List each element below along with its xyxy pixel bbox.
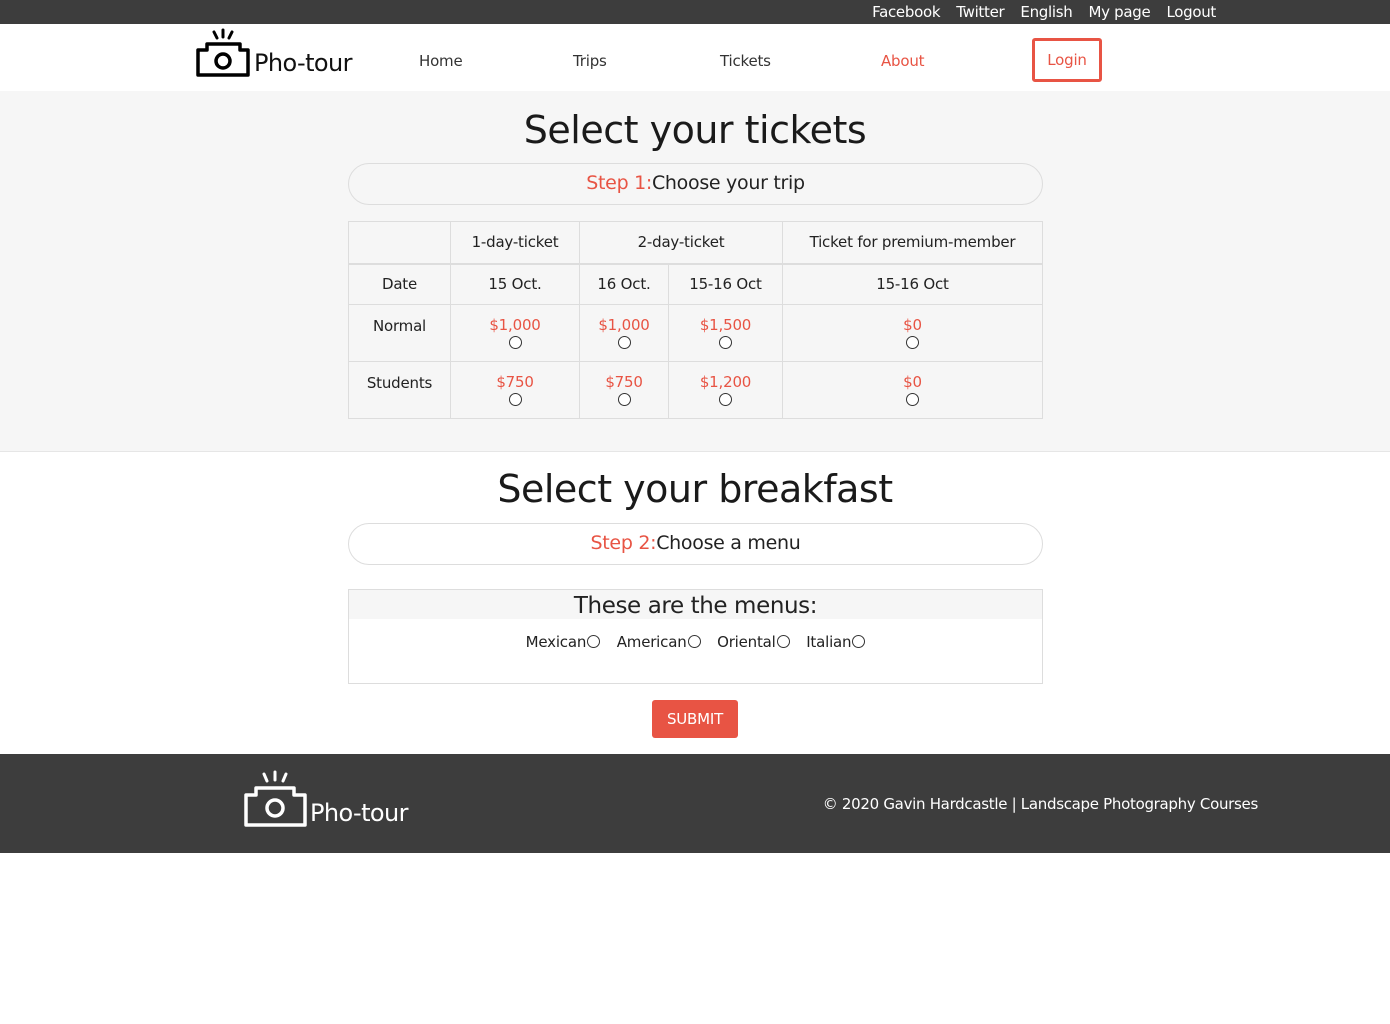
brand-name: Pho-tour — [254, 49, 352, 77]
date-cell: 16 Oct. — [579, 263, 669, 305]
submit-button[interactable]: SUBMIT — [652, 700, 738, 738]
header-2-day-ticket: 2-day-ticket — [579, 221, 783, 265]
date-cell: 15-16 Oct — [782, 263, 1043, 305]
price-value: $0 — [903, 373, 922, 391]
step-1-text: Choose your trip — [651, 172, 805, 194]
step-1-label: Step 1: — [586, 172, 652, 194]
date-cell: 15 Oct. — [450, 263, 580, 305]
camera-icon — [196, 28, 250, 77]
menu-radio[interactable] — [687, 635, 701, 648]
my-page-link[interactable]: My page — [1088, 3, 1150, 21]
login-button[interactable]: Login — [1032, 38, 1102, 82]
tickets-title: Select your tickets — [523, 108, 867, 152]
price-cell: $1,000 — [450, 304, 580, 362]
language-link[interactable]: English — [1020, 3, 1072, 21]
price-cell: $750 — [450, 361, 580, 419]
ticket-radio[interactable] — [906, 393, 919, 406]
ticket-radio[interactable] — [508, 336, 522, 349]
menu-option-label: American — [616, 633, 687, 651]
price-cell: $0 — [782, 304, 1043, 362]
facebook-link[interactable]: Facebook — [872, 3, 940, 21]
step-2-banner: Step 2:Choose a menu — [348, 523, 1043, 565]
header: Pho-tour Home Trips Tickets About Login — [0, 24, 1390, 91]
price-value: $1,200 — [699, 373, 752, 391]
menu-options: Mexican American Oriental Italian — [349, 633, 1042, 651]
date-cell: 15-16 Oct — [668, 263, 783, 305]
nav-home[interactable]: Home — [419, 52, 463, 70]
top-links: Facebook Twitter English My page Logout — [872, 3, 1216, 21]
menu-radio[interactable] — [587, 635, 601, 648]
breakfast-title: Select your breakfast — [497, 467, 893, 511]
price-value: $1,000 — [489, 316, 541, 334]
step-2-text: Choose a menu — [656, 532, 801, 554]
menu-option-american[interactable]: American — [617, 633, 701, 651]
footer-logo[interactable]: Pho-tour — [243, 770, 423, 830]
table-row-date: Date 15 Oct. 16 Oct. 15-16 Oct 15-16 Oct — [348, 263, 1043, 305]
tickets-table: 1-day-ticket 2-day-ticket Ticket for pre… — [348, 221, 1043, 419]
price-cell: $1,200 — [668, 361, 783, 419]
ticket-radio[interactable] — [719, 393, 732, 406]
menu-option-mexican[interactable]: Mexican — [526, 633, 601, 651]
menu-option-label: Oriental — [717, 633, 776, 651]
logo[interactable]: Pho-tour — [195, 28, 370, 80]
ticket-radio[interactable] — [617, 393, 631, 406]
price-value: $1,500 — [699, 316, 752, 334]
copyright-text: © 2020 Gavin Hardcastle | Landscape Phot… — [822, 795, 1259, 813]
step-1-banner: Step 1:Choose your trip — [348, 163, 1043, 205]
header-1-day-ticket: 1-day-ticket — [450, 221, 580, 265]
price-cell: $0 — [782, 361, 1043, 419]
ticket-radio[interactable] — [906, 336, 919, 349]
menu-option-label: Mexican — [525, 633, 587, 651]
ticket-radio[interactable] — [719, 336, 732, 349]
menus-box: These are the menus: Mexican American Or… — [348, 589, 1043, 684]
ticket-radio[interactable] — [508, 393, 522, 406]
tickets-section: Select your tickets Step 1:Choose your t… — [0, 91, 1390, 452]
price-value: $1,000 — [598, 316, 650, 334]
price-value: $0 — [903, 316, 922, 334]
nav-trips[interactable]: Trips — [573, 52, 607, 70]
menu-option-italian[interactable]: Italian — [806, 633, 866, 651]
nav-about[interactable]: About — [881, 52, 925, 70]
price-value: $750 — [496, 373, 534, 391]
ticket-radio[interactable] — [617, 336, 631, 349]
row-label-students: Students — [348, 361, 451, 419]
twitter-link[interactable]: Twitter — [956, 3, 1004, 21]
header-premium-ticket: Ticket for premium-member — [782, 221, 1043, 265]
table-row-normal: Normal $1,000 $1,000 $1,500 $0 — [348, 304, 1043, 362]
row-label-date: Date — [348, 263, 451, 305]
row-label-normal: Normal — [348, 304, 451, 362]
camera-icon — [244, 770, 307, 827]
step-2-label: Step 2: — [590, 532, 657, 554]
table-row-students: Students $750 $750 $1,200 $0 — [348, 361, 1043, 419]
price-cell: $1,000 — [579, 304, 669, 362]
price-value: $750 — [605, 373, 643, 391]
price-cell: $750 — [579, 361, 669, 419]
menu-option-label: Italian — [806, 633, 852, 651]
menus-title: These are the menus: — [349, 590, 1042, 619]
top-bar: Facebook Twitter English My page Logout — [0, 0, 1390, 24]
footer: Pho-tour © 2020 Gavin Hardcastle | Lands… — [0, 754, 1390, 853]
price-cell: $1,500 — [668, 304, 783, 362]
nav-tickets[interactable]: Tickets — [720, 52, 771, 70]
table-header-empty — [348, 221, 451, 265]
logout-link[interactable]: Logout — [1166, 3, 1216, 21]
footer-brand-name: Pho-tour — [310, 799, 408, 827]
menu-radio[interactable] — [776, 635, 790, 648]
table-header-row: 1-day-ticket 2-day-ticket Ticket for pre… — [348, 221, 1043, 265]
menu-radio[interactable] — [852, 635, 866, 648]
menu-option-oriental[interactable]: Oriental — [717, 633, 790, 651]
